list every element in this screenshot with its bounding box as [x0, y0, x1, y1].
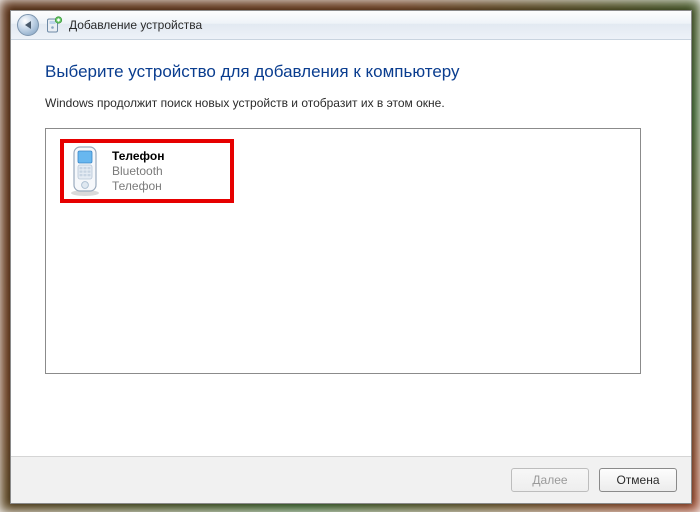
add-device-wizard-window: Добавление устройства Выберите устройств…: [10, 10, 692, 504]
wizard-content: Выберите устройство для добавления к ком…: [11, 40, 691, 456]
cancel-button-label: Отмена: [616, 473, 659, 487]
back-button[interactable]: [17, 14, 39, 36]
device-item-phone[interactable]: Телефон Bluetooth Телефон: [60, 139, 234, 203]
titlebar: Добавление устройства: [11, 11, 691, 40]
device-list[interactable]: Телефон Bluetooth Телефон: [45, 128, 641, 374]
back-arrow-icon: [25, 21, 31, 29]
phone-icon: [68, 145, 102, 197]
page-heading: Выберите устройство для добавления к ком…: [45, 62, 657, 82]
next-button: Далее: [511, 468, 589, 492]
device-connection-type: Bluetooth: [112, 164, 164, 179]
cancel-button[interactable]: Отмена: [599, 468, 677, 492]
device-name: Телефон: [112, 149, 164, 164]
wizard-footer: Далее Отмена: [11, 456, 691, 503]
window-title: Добавление устройства: [69, 18, 202, 32]
next-button-label: Далее: [532, 473, 567, 487]
add-device-icon: [45, 16, 63, 34]
page-subtext: Windows продолжит поиск новых устройств …: [45, 96, 657, 110]
device-labels: Телефон Bluetooth Телефон: [112, 149, 164, 194]
device-category: Телефон: [112, 179, 164, 194]
